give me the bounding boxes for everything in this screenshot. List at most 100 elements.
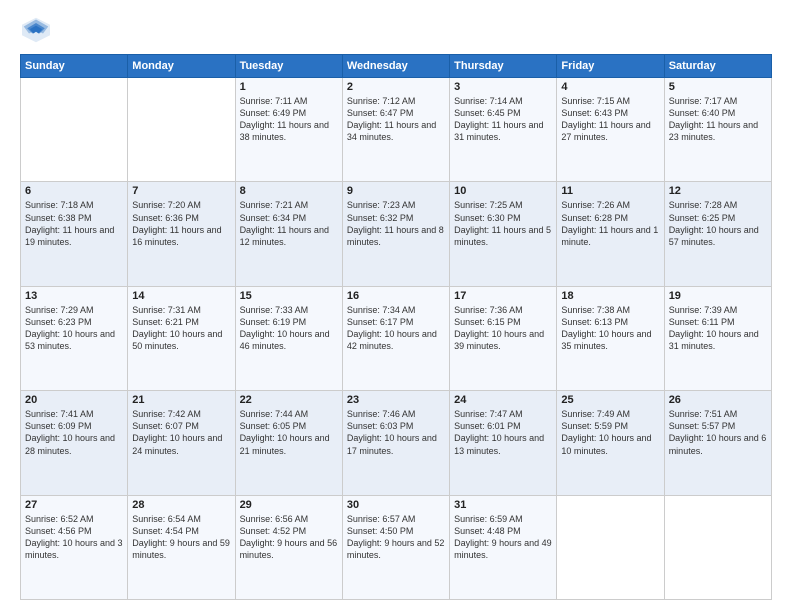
day-number: 23 (347, 394, 445, 406)
day-number: 6 (25, 185, 123, 197)
day-info: Sunrise: 7:38 AM Sunset: 6:13 PM Dayligh… (561, 304, 659, 353)
day-cell: 15Sunrise: 7:33 AM Sunset: 6:19 PM Dayli… (235, 286, 342, 390)
week-row-4: 20Sunrise: 7:41 AM Sunset: 6:09 PM Dayli… (21, 391, 772, 495)
day-number: 31 (454, 499, 552, 511)
general-blue-icon (20, 16, 52, 44)
day-info: Sunrise: 7:31 AM Sunset: 6:21 PM Dayligh… (132, 304, 230, 353)
day-cell: 23 Sunrise: 7:46 AM Sunset: 6:03 PM Dayli… (342, 391, 449, 495)
day-number: 11 (561, 185, 659, 197)
page: SundayMondayTuesdayWednesdayThursdayFrid… (0, 0, 792, 612)
day-cell: 31 Sunrise: 6:59 AM Sunset: 4:48 PM Dayli… (450, 495, 557, 599)
day-number: 16 (347, 290, 445, 302)
day-number: 19 (669, 290, 767, 302)
day-cell (21, 78, 128, 182)
day-info: Sunrise: 7:42 AM Sunset: 6:07 PM Dayligh… (132, 408, 230, 457)
day-number: 14 (132, 290, 230, 302)
day-number: 29 (240, 499, 338, 511)
day-number: 27 (25, 499, 123, 511)
day-cell: 27 Sunrise: 6:52 AM Sunset: 4:56 PM Dayli… (21, 495, 128, 599)
calendar-body: 1Sunrise: 7:11 AM Sunset: 6:49 PM Daylig… (21, 78, 772, 600)
weekday-tuesday: Tuesday (235, 55, 342, 78)
day-cell: 2Sunrise: 7:12 AM Sunset: 6:47 PM Daylig… (342, 78, 449, 182)
day-info: Sunrise: 6:59 AM Sunset: 4:48 PM Dayligh… (454, 513, 552, 562)
day-number: 13 (25, 290, 123, 302)
day-info: Sunrise: 7:47 AM Sunset: 6:01 PM Dayligh… (454, 408, 552, 457)
day-cell: 22 Sunrise: 7:44 AM Sunset: 6:05 PM Dayli… (235, 391, 342, 495)
weekday-wednesday: Wednesday (342, 55, 449, 78)
day-cell: 26 Sunrise: 7:51 AM Sunset: 5:57 PM Dayli… (664, 391, 771, 495)
day-number: 10 (454, 185, 552, 197)
day-cell: 19 Sunrise: 7:39 AM Sunset: 6:11 PM Dayli… (664, 286, 771, 390)
day-info: Sunrise: 7:17 AM Sunset: 6:40 PM Dayligh… (669, 95, 767, 144)
day-number: 25 (561, 394, 659, 406)
day-number: 26 (669, 394, 767, 406)
day-number: 8 (240, 185, 338, 197)
calendar-header: SundayMondayTuesdayWednesdayThursdayFrid… (21, 55, 772, 78)
day-cell: 13 Sunrise: 7:29 AM Sunset: 6:23 PM Dayli… (21, 286, 128, 390)
day-info: Sunrise: 7:51 AM Sunset: 5:57 PM Dayligh… (669, 408, 767, 457)
day-cell: 7Sunrise: 7:20 AM Sunset: 6:36 PM Daylig… (128, 182, 235, 286)
day-info: Sunrise: 6:57 AM Sunset: 4:50 PM Dayligh… (347, 513, 445, 562)
day-info: Sunrise: 7:28 AM Sunset: 6:25 PM Dayligh… (669, 199, 767, 248)
day-cell: 5 Sunrise: 7:17 AM Sunset: 6:40 PM Daylig… (664, 78, 771, 182)
day-info: Sunrise: 7:15 AM Sunset: 6:43 PM Dayligh… (561, 95, 659, 144)
day-cell: 17Sunrise: 7:36 AM Sunset: 6:15 PM Dayli… (450, 286, 557, 390)
logo (20, 16, 56, 44)
day-cell: 14 Sunrise: 7:31 AM Sunset: 6:21 PM Dayli… (128, 286, 235, 390)
day-number: 21 (132, 394, 230, 406)
day-number: 9 (347, 185, 445, 197)
day-info: Sunrise: 7:44 AM Sunset: 6:05 PM Dayligh… (240, 408, 338, 457)
day-cell: 12Sunrise: 7:28 AM Sunset: 6:25 PM Dayli… (664, 182, 771, 286)
week-row-3: 13 Sunrise: 7:29 AM Sunset: 6:23 PM Dayli… (21, 286, 772, 390)
day-number: 1 (240, 81, 338, 93)
day-cell: 6 Sunrise: 7:18 AM Sunset: 6:38 PM Daylig… (21, 182, 128, 286)
day-cell: 3Sunrise: 7:14 AM Sunset: 6:45 PM Daylig… (450, 78, 557, 182)
day-cell (664, 495, 771, 599)
day-info: Sunrise: 7:39 AM Sunset: 6:11 PM Dayligh… (669, 304, 767, 353)
day-cell: 4 Sunrise: 7:15 AM Sunset: 6:43 PM Daylig… (557, 78, 664, 182)
day-number: 28 (132, 499, 230, 511)
day-cell: 20Sunrise: 7:41 AM Sunset: 6:09 PM Dayli… (21, 391, 128, 495)
day-number: 15 (240, 290, 338, 302)
day-info: Sunrise: 7:25 AM Sunset: 6:30 PM Dayligh… (454, 199, 552, 248)
day-info: Sunrise: 7:41 AM Sunset: 6:09 PM Dayligh… (25, 408, 123, 457)
day-cell (128, 78, 235, 182)
day-cell: 9 Sunrise: 7:23 AM Sunset: 6:32 PM Daylig… (342, 182, 449, 286)
weekday-saturday: Saturday (664, 55, 771, 78)
weekday-sunday: Sunday (21, 55, 128, 78)
day-info: Sunrise: 7:46 AM Sunset: 6:03 PM Dayligh… (347, 408, 445, 457)
day-cell: 10 Sunrise: 7:25 AM Sunset: 6:30 PM Dayli… (450, 182, 557, 286)
weekday-thursday: Thursday (450, 55, 557, 78)
day-cell (557, 495, 664, 599)
day-info: Sunrise: 7:14 AM Sunset: 6:45 PM Dayligh… (454, 95, 552, 144)
week-row-1: 1Sunrise: 7:11 AM Sunset: 6:49 PM Daylig… (21, 78, 772, 182)
day-info: Sunrise: 7:26 AM Sunset: 6:28 PM Dayligh… (561, 199, 659, 248)
day-info: Sunrise: 7:36 AM Sunset: 6:15 PM Dayligh… (454, 304, 552, 353)
day-number: 24 (454, 394, 552, 406)
day-cell: 30 Sunrise: 6:57 AM Sunset: 4:50 PM Dayli… (342, 495, 449, 599)
day-info: Sunrise: 7:18 AM Sunset: 6:38 PM Dayligh… (25, 199, 123, 248)
day-cell: 16Sunrise: 7:34 AM Sunset: 6:17 PM Dayli… (342, 286, 449, 390)
day-info: Sunrise: 7:23 AM Sunset: 6:32 PM Dayligh… (347, 199, 445, 248)
day-number: 30 (347, 499, 445, 511)
day-number: 5 (669, 81, 767, 93)
day-cell: 24 Sunrise: 7:47 AM Sunset: 6:01 PM Dayli… (450, 391, 557, 495)
week-row-5: 27 Sunrise: 6:52 AM Sunset: 4:56 PM Dayli… (21, 495, 772, 599)
day-info: Sunrise: 7:49 AM Sunset: 5:59 PM Dayligh… (561, 408, 659, 457)
day-info: Sunrise: 6:52 AM Sunset: 4:56 PM Dayligh… (25, 513, 123, 562)
day-number: 22 (240, 394, 338, 406)
day-number: 2 (347, 81, 445, 93)
day-info: Sunrise: 7:21 AM Sunset: 6:34 PM Dayligh… (240, 199, 338, 248)
day-cell: 8 Sunrise: 7:21 AM Sunset: 6:34 PM Daylig… (235, 182, 342, 286)
day-number: 4 (561, 81, 659, 93)
day-info: Sunrise: 7:20 AM Sunset: 6:36 PM Dayligh… (132, 199, 230, 248)
day-cell: 1Sunrise: 7:11 AM Sunset: 6:49 PM Daylig… (235, 78, 342, 182)
day-info: Sunrise: 6:54 AM Sunset: 4:54 PM Dayligh… (132, 513, 230, 562)
weekday-friday: Friday (557, 55, 664, 78)
header (20, 16, 772, 44)
day-cell: 21 Sunrise: 7:42 AM Sunset: 6:07 PM Dayli… (128, 391, 235, 495)
day-cell: 29Sunrise: 6:56 AM Sunset: 4:52 PM Dayli… (235, 495, 342, 599)
day-info: Sunrise: 7:29 AM Sunset: 6:23 PM Dayligh… (25, 304, 123, 353)
day-cell: 18 Sunrise: 7:38 AM Sunset: 6:13 PM Dayli… (557, 286, 664, 390)
day-number: 18 (561, 290, 659, 302)
